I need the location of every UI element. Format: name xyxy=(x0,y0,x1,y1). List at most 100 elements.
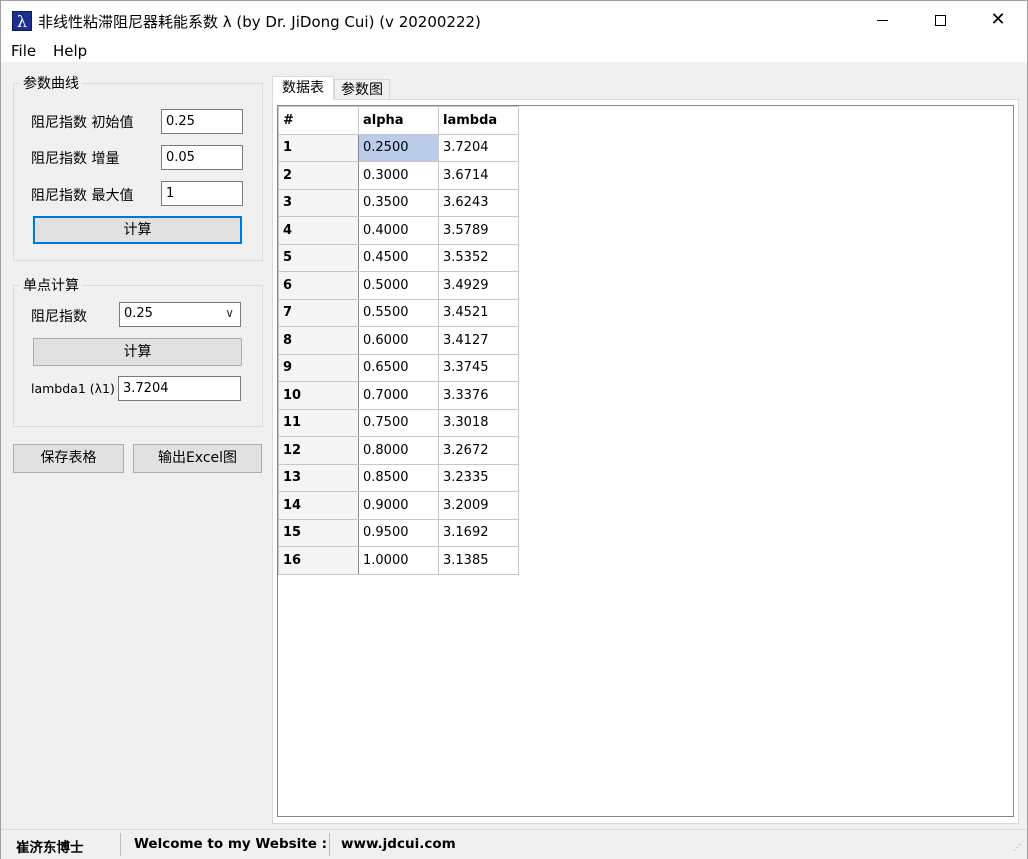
lambda-cell[interactable]: 3.5789 xyxy=(438,216,519,245)
alpha-cell[interactable]: 0.8000 xyxy=(358,436,439,465)
table-row: 5 0.4500 3.5352 xyxy=(278,243,519,272)
exponent-select[interactable]: 0.25 ∨ xyxy=(119,302,241,327)
curve-calculate-button[interactable]: 计算 xyxy=(33,216,242,244)
header-index[interactable]: # xyxy=(278,106,359,135)
alpha-cell[interactable]: 0.3000 xyxy=(358,161,439,190)
status-website-link[interactable]: www.jdcui.com xyxy=(341,836,456,852)
menu-file[interactable]: File xyxy=(11,42,36,60)
alpha-cell[interactable]: 0.6000 xyxy=(358,326,439,355)
single-calculate-button[interactable]: 计算 xyxy=(33,338,242,366)
resize-grip-icon[interactable]: ⋰ xyxy=(1013,844,1023,855)
lambda-cell[interactable]: 3.6243 xyxy=(438,188,519,217)
status-bar: 崔济东博士 Welcome to my Website : www.jdcui.… xyxy=(1,829,1027,859)
table-row: 10 0.7000 3.3376 xyxy=(278,381,519,410)
alpha-cell[interactable]: 0.4000 xyxy=(358,216,439,245)
lambda-cell[interactable]: 3.2009 xyxy=(438,491,519,520)
maximize-button[interactable] xyxy=(911,1,969,39)
row-index[interactable]: 1 xyxy=(278,133,359,162)
table-row: 12 0.8000 3.2672 xyxy=(278,436,519,465)
lambda-cell[interactable]: 3.3745 xyxy=(438,353,519,382)
row-index[interactable]: 2 xyxy=(278,161,359,190)
lambda-output[interactable] xyxy=(118,376,241,401)
row-index[interactable]: 5 xyxy=(278,243,359,272)
table-row: 14 0.9000 3.2009 xyxy=(278,491,519,520)
max-value-input[interactable] xyxy=(161,181,243,206)
alpha-cell[interactable]: 0.9500 xyxy=(358,518,439,547)
header-alpha[interactable]: alpha xyxy=(358,106,439,135)
initial-value-label: 阻尼指数 初始值 xyxy=(31,115,134,131)
table-row: 3 0.3500 3.6243 xyxy=(278,188,519,217)
alpha-cell[interactable]: 0.4500 xyxy=(358,243,439,272)
row-index[interactable]: 13 xyxy=(278,463,359,492)
lambda-cell[interactable]: 3.2335 xyxy=(438,463,519,492)
status-author: 崔济东博士 xyxy=(16,840,84,856)
table-row: 1 0.2500 3.7204 xyxy=(278,133,519,162)
row-index[interactable]: 16 xyxy=(278,546,359,575)
row-index[interactable]: 8 xyxy=(278,326,359,355)
lambda-cell[interactable]: 3.3376 xyxy=(438,381,519,410)
lambda-cell[interactable]: 3.4521 xyxy=(438,298,519,327)
alpha-cell[interactable]: 0.2500 xyxy=(358,133,439,162)
table-row: 9 0.6500 3.3745 xyxy=(278,353,519,382)
table-row: 11 0.7500 3.3018 xyxy=(278,408,519,437)
app-window: λ 非线性粘滞阻尼器耗能系数 λ (by Dr. JiDong Cui) (v … xyxy=(0,0,1028,859)
alpha-cell[interactable]: 0.5500 xyxy=(358,298,439,327)
lambda-app-icon: λ xyxy=(12,11,32,31)
table-row: 6 0.5000 3.4929 xyxy=(278,271,519,300)
alpha-cell[interactable]: 0.8500 xyxy=(358,463,439,492)
lambda-cell[interactable]: 3.6714 xyxy=(438,161,519,190)
curve-group-title: 参数曲线 xyxy=(20,73,82,93)
row-index[interactable]: 11 xyxy=(278,408,359,437)
row-index[interactable]: 14 xyxy=(278,491,359,520)
lambda-label: lambda1 (λ1) xyxy=(31,381,115,396)
maximize-icon xyxy=(934,14,946,26)
close-button[interactable]: ✕ xyxy=(969,1,1027,39)
data-table[interactable]: # alpha lambda 1 0.2500 3.7204 2 0.3000 3.67… xyxy=(278,106,519,575)
row-index[interactable]: 9 xyxy=(278,353,359,382)
lambda-cell[interactable]: 3.1692 xyxy=(438,518,519,547)
alpha-cell[interactable]: 0.5000 xyxy=(358,271,439,300)
alpha-cell[interactable]: 0.9000 xyxy=(358,491,439,520)
lambda-cell[interactable]: 3.3018 xyxy=(438,408,519,437)
row-index[interactable]: 10 xyxy=(278,381,359,410)
table-row: 16 1.0000 3.1385 xyxy=(278,546,519,575)
single-point-group-title: 单点计算 xyxy=(20,275,82,295)
alpha-cell[interactable]: 0.7500 xyxy=(358,408,439,437)
alpha-cell[interactable]: 1.0000 xyxy=(358,546,439,575)
row-index[interactable]: 15 xyxy=(278,518,359,547)
alpha-cell[interactable]: 0.6500 xyxy=(358,353,439,382)
save-table-button[interactable]: 保存表格 xyxy=(13,444,124,473)
row-index[interactable]: 7 xyxy=(278,298,359,327)
lambda-cell[interactable]: 3.2672 xyxy=(438,436,519,465)
increment-input[interactable] xyxy=(161,145,243,170)
minimize-button[interactable] xyxy=(853,1,911,39)
tab-data-table[interactable]: 数据表 xyxy=(272,76,334,100)
minimize-icon xyxy=(876,19,888,21)
row-index[interactable]: 3 xyxy=(278,188,359,217)
export-excel-button[interactable]: 输出Excel图 xyxy=(133,444,262,473)
menu-bar: File Help xyxy=(1,39,1027,63)
lambda-cell[interactable]: 3.4929 xyxy=(438,271,519,300)
status-divider xyxy=(120,833,121,856)
row-index[interactable]: 4 xyxy=(278,216,359,245)
max-value-label: 阻尼指数 最大值 xyxy=(31,188,134,204)
lambda-cell[interactable]: 3.7204 xyxy=(438,133,519,162)
initial-value-input[interactable] xyxy=(161,109,243,134)
status-welcome: Welcome to my Website : xyxy=(134,836,327,852)
menu-help[interactable]: Help xyxy=(53,42,87,60)
exponent-label: 阻尼指数 xyxy=(31,309,87,325)
lambda-cell[interactable]: 3.1385 xyxy=(438,546,519,575)
table-row: 13 0.8500 3.2335 xyxy=(278,463,519,492)
close-icon: ✕ xyxy=(990,9,1006,30)
row-index[interactable]: 6 xyxy=(278,271,359,300)
alpha-cell[interactable]: 0.3500 xyxy=(358,188,439,217)
tab-parameter-chart[interactable]: 参数图 xyxy=(334,79,390,100)
lambda-cell[interactable]: 3.5352 xyxy=(438,243,519,272)
window-title: 非线性粘滞阻尼器耗能系数 λ (by Dr. JiDong Cui) (v 20… xyxy=(38,13,481,31)
title-bar[interactable]: λ 非线性粘滞阻尼器耗能系数 λ (by Dr. JiDong Cui) (v … xyxy=(1,1,1027,39)
header-lambda[interactable]: lambda xyxy=(438,106,519,135)
alpha-cell[interactable]: 0.7000 xyxy=(358,381,439,410)
table-row: 2 0.3000 3.6714 xyxy=(278,161,519,190)
lambda-cell[interactable]: 3.4127 xyxy=(438,326,519,355)
row-index[interactable]: 12 xyxy=(278,436,359,465)
